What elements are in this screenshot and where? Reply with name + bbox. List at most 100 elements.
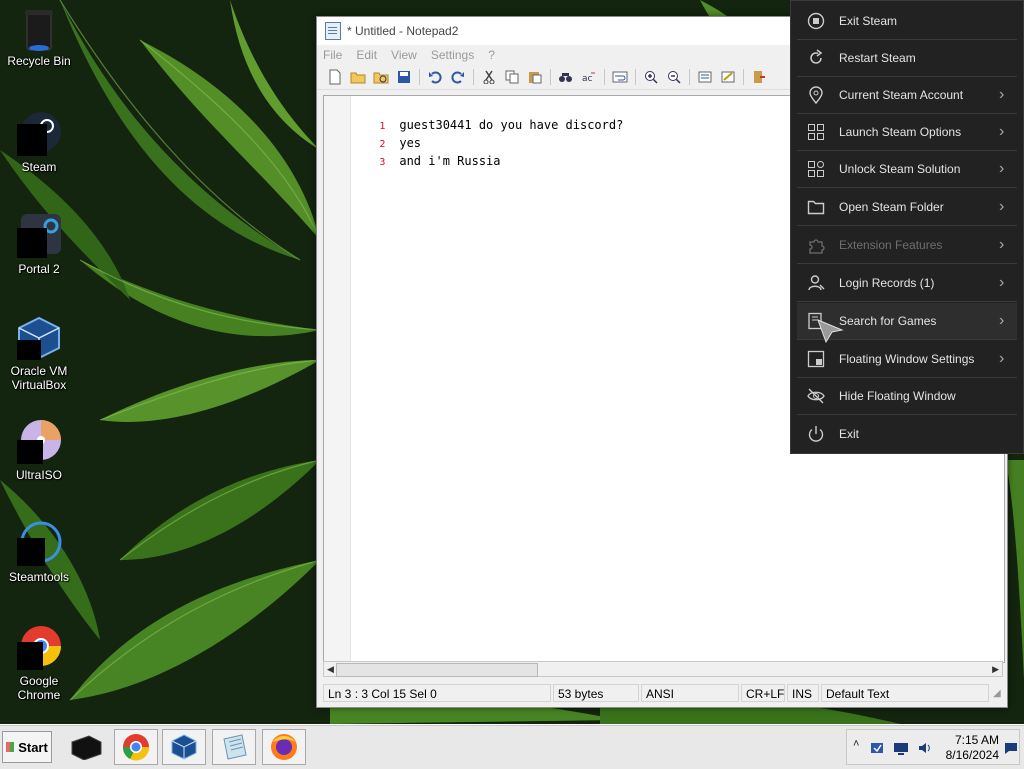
menu-item-open-steam-folder[interactable]: Open Steam Folder ›	[797, 189, 1017, 226]
apps-grid-icon	[805, 158, 827, 180]
new-file-icon[interactable]	[325, 68, 345, 86]
toolbar-separator	[419, 69, 420, 85]
status-bar: Ln 3 : 3 Col 15 Sel 0 53 bytes ANSI CR+L…	[317, 681, 1007, 705]
menu-item-exit-steam[interactable]: Exit Steam	[797, 3, 1017, 40]
toolbar-separator	[635, 69, 636, 85]
status-encoding[interactable]: ANSI	[641, 684, 739, 702]
cut-icon[interactable]	[479, 68, 499, 86]
scroll-thumb[interactable]	[336, 663, 538, 677]
line-number: 3	[379, 157, 386, 168]
location-pin-icon	[805, 84, 827, 106]
desktop-icon-google-chrome[interactable]: Google Chrome	[4, 624, 74, 702]
menu-item-extension-features[interactable]: Extension Features ›	[797, 227, 1017, 264]
menu-item-current-steam-account[interactable]: Current Steam Account ›	[797, 77, 1017, 114]
menu-file[interactable]: File	[323, 48, 342, 62]
notepad2-icon	[223, 734, 247, 760]
menu-item-exit[interactable]: Exit	[797, 416, 1017, 452]
menu-item-floating-window-settings[interactable]: Floating Window Settings ›	[797, 341, 1017, 378]
toolbar-separator	[743, 69, 744, 85]
toolbar-separator	[604, 69, 605, 85]
open-folder-icon[interactable]	[348, 68, 368, 86]
taskbar-app-steamtools[interactable]	[64, 729, 108, 765]
start-button[interactable]: Start	[2, 731, 52, 763]
eye-off-icon	[805, 385, 827, 407]
desktop-icon-ultraiso[interactable]: UltraISO	[4, 418, 74, 482]
clock[interactable]: 7:15 AM 8/16/2024	[939, 733, 999, 763]
desktop-icon-portal-2[interactable]: Portal 2	[4, 212, 74, 276]
refresh-icon	[805, 47, 827, 69]
taskbar-app-chrome[interactable]	[114, 729, 158, 765]
paste-icon[interactable]	[525, 68, 545, 86]
menu-item-login-records[interactable]: Login Records (1) ›	[797, 265, 1017, 302]
replace-icon[interactable]: ac	[579, 68, 599, 86]
taskbar: Start ˄ 7:15 AM 8/16/2024	[0, 724, 1024, 769]
window-title: * Untitled - Notepad2	[347, 24, 459, 38]
security-tray-icon[interactable]	[869, 740, 885, 756]
taskbar-app-virtualbox[interactable]	[162, 729, 206, 765]
menu-edit[interactable]: Edit	[356, 48, 377, 62]
find-icon[interactable]	[556, 68, 576, 86]
taskbar-app-notepad2[interactable]	[212, 729, 256, 765]
menu-view[interactable]: View	[391, 48, 417, 62]
scroll-left-icon[interactable]: ◀	[327, 664, 334, 675]
scroll-right-icon[interactable]: ▶	[992, 664, 999, 675]
zoom-in-icon[interactable]	[641, 68, 661, 86]
chevron-right-icon: ›	[999, 274, 1005, 291]
menu-settings[interactable]: Settings	[431, 48, 474, 62]
folder-icon	[805, 196, 827, 218]
chrome-icon	[122, 734, 150, 761]
desktop-icon-virtualbox[interactable]: Oracle VM VirtualBox	[4, 314, 74, 392]
redo-icon[interactable]	[448, 68, 468, 86]
start-label: Start	[18, 739, 48, 755]
mouse-cursor-icon	[817, 319, 844, 344]
line-text: guest30441 do you have discord?	[399, 118, 624, 132]
copy-icon[interactable]	[502, 68, 522, 86]
menu-item-unlock-steam-solution[interactable]: Unlock Steam Solution ›	[797, 151, 1017, 188]
zoom-out-icon[interactable]	[664, 68, 684, 86]
power-icon	[805, 423, 827, 445]
recycle-bin-icon	[15, 4, 63, 52]
steamtools-floating-menu: Exit Steam Restart Steam Current Steam A…	[790, 0, 1024, 454]
user-icon	[805, 272, 827, 294]
editor-line: 3 and i'm Russia	[324, 134, 500, 168]
taskbar-app-firefox[interactable]	[262, 729, 306, 765]
grid-options-icon	[805, 121, 827, 143]
status-mode: INS	[787, 684, 819, 702]
notification-tray-icon[interactable]	[1003, 740, 1019, 756]
scheme-icon[interactable]	[695, 68, 715, 86]
status-scheme[interactable]: Default Text	[821, 684, 989, 702]
network-tray-icon[interactable]	[893, 740, 909, 756]
word-wrap-icon[interactable]	[610, 68, 630, 86]
customize-scheme-icon[interactable]	[718, 68, 738, 86]
undo-icon[interactable]	[425, 68, 445, 86]
chevron-right-icon: ›	[999, 312, 1005, 329]
status-position: Ln 3 : 3 Col 15 Sel 0	[323, 684, 551, 702]
portal-2-icon	[15, 212, 63, 260]
desktop-icon-recycle-bin[interactable]: Recycle Bin	[4, 4, 74, 68]
window-settings-icon	[805, 348, 827, 370]
toolbar-separator	[689, 69, 690, 85]
steamtools-taskbar-icon	[71, 735, 102, 760]
chevron-right-icon: ›	[999, 198, 1005, 215]
clock-date: 8/16/2024	[945, 748, 999, 762]
chevron-right-icon: ›	[999, 350, 1005, 367]
menu-item-launch-steam-options[interactable]: Launch Steam Options ›	[797, 114, 1017, 151]
exit-icon[interactable]	[749, 68, 769, 86]
chevron-right-icon: ›	[999, 236, 1005, 253]
desktop-icon-steamtools[interactable]: Steamtools	[4, 520, 74, 584]
steamtools-icon	[15, 520, 63, 568]
menu-item-hide-floating-window[interactable]: Hide Floating Window	[797, 378, 1017, 415]
menu-help[interactable]: ?	[488, 48, 495, 62]
horizontal-scrollbar[interactable]: ◀ ▶	[323, 661, 1003, 677]
browse-icon[interactable]	[371, 68, 391, 86]
firefox-icon	[271, 734, 297, 760]
status-line-ending[interactable]: CR+LF	[741, 684, 785, 702]
desktop-icon-steam[interactable]: Steam	[4, 110, 74, 174]
resize-grip-icon[interactable]: ◢	[993, 688, 1001, 699]
volume-tray-icon[interactable]	[917, 740, 933, 756]
toolbar-separator	[473, 69, 474, 85]
save-icon[interactable]	[394, 68, 414, 86]
clock-time: 7:15 AM	[954, 733, 999, 747]
show-hidden-icons-icon[interactable]: ˄	[853, 738, 859, 750]
menu-item-restart-steam[interactable]: Restart Steam	[797, 40, 1017, 77]
